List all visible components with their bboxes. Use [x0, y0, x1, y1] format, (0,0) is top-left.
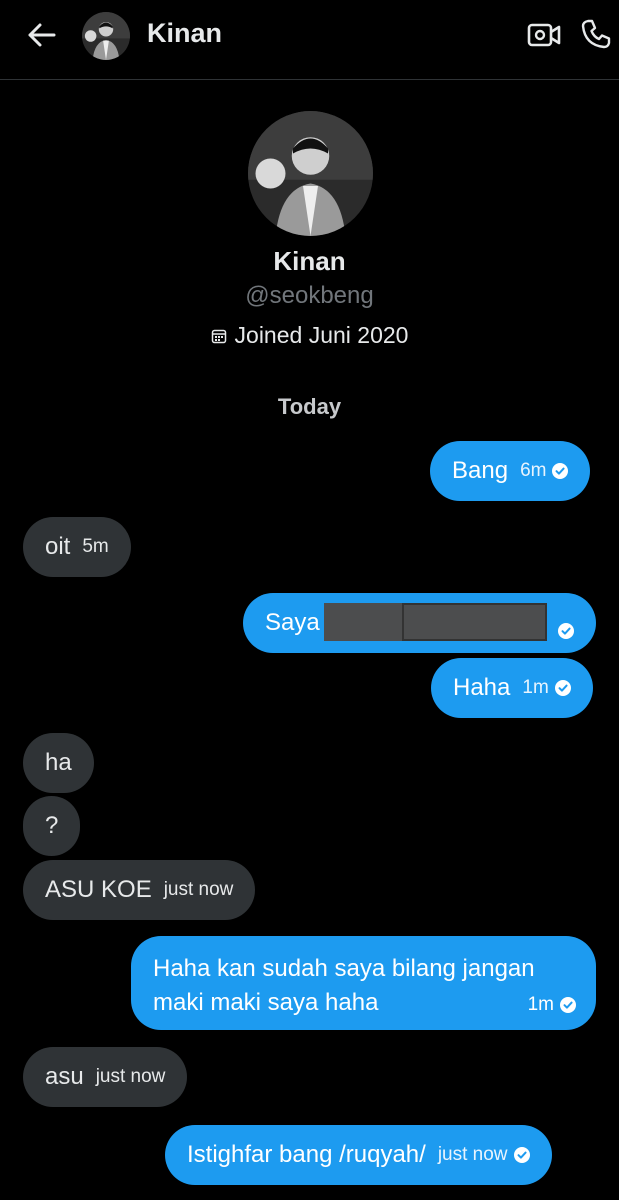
profile-name: Kinan [273, 246, 346, 276]
message-time: 1m [527, 994, 554, 1015]
message-time: just now [437, 1144, 508, 1165]
redaction-box [324, 603, 402, 641]
message-bubble-outgoing[interactable]: Bang 6m [430, 441, 591, 501]
message-bubble-outgoing[interactable]: Haha kan sudah saya bilang jangan maki m… [131, 936, 596, 1030]
message-meta: 1m [516, 994, 576, 1016]
message-bubble-outgoing[interactable]: Haha 1m [431, 658, 593, 718]
joined-text: Joined Juni 2020 [234, 322, 409, 348]
message-text: oit [45, 533, 71, 560]
profile-handle: @seokbeng [245, 282, 374, 309]
profile-avatar[interactable] [248, 111, 373, 236]
redaction-box [402, 603, 547, 641]
avatar-image [82, 12, 130, 60]
message-text: ? [45, 812, 59, 839]
message-bubble-incoming[interactable]: oit 5m [23, 517, 131, 577]
read-check-icon [560, 997, 576, 1013]
profile-image [248, 111, 373, 236]
message-text: ASU KOE [45, 876, 152, 903]
avatar[interactable] [82, 12, 130, 60]
message-text: ha [45, 749, 72, 776]
message-time: 5m [82, 536, 109, 557]
message-bubble-incoming[interactable]: ASU KOE just now [23, 860, 256, 920]
read-check-icon [514, 1147, 530, 1163]
message-time: just now [163, 879, 234, 900]
message-text: Saya [265, 609, 320, 636]
message-time: 1m [522, 677, 549, 698]
message-text: Bang [452, 457, 509, 484]
video-call-icon[interactable] [527, 20, 561, 50]
message-bubble-incoming[interactable]: ? [23, 796, 81, 856]
message-text: Haha [453, 674, 511, 701]
message-time: just now [95, 1066, 166, 1087]
message-bubble-incoming[interactable]: asu just now [23, 1047, 188, 1107]
arrow-left-icon[interactable] [26, 22, 56, 48]
message-bubble-incoming[interactable]: ha [23, 733, 94, 793]
message-text: Istighfar bang /ruqyah/ [187, 1141, 426, 1168]
chat-title[interactable]: Kinan [147, 18, 222, 49]
calendar-icon [211, 329, 226, 344]
chat-header: Kinan [0, 0, 619, 80]
message-text: asu [45, 1063, 84, 1090]
read-check-icon [558, 623, 574, 639]
message-time: 6m [520, 460, 547, 481]
phone-icon[interactable] [580, 18, 612, 50]
date-separator: Today [277, 394, 342, 419]
joined-date: Joined Juni 2020 [0, 322, 619, 349]
read-check-icon [552, 463, 568, 479]
message-bubble-outgoing[interactable]: Istighfar bang /ruqyah/ just now [165, 1125, 552, 1185]
read-check-icon [555, 680, 571, 696]
